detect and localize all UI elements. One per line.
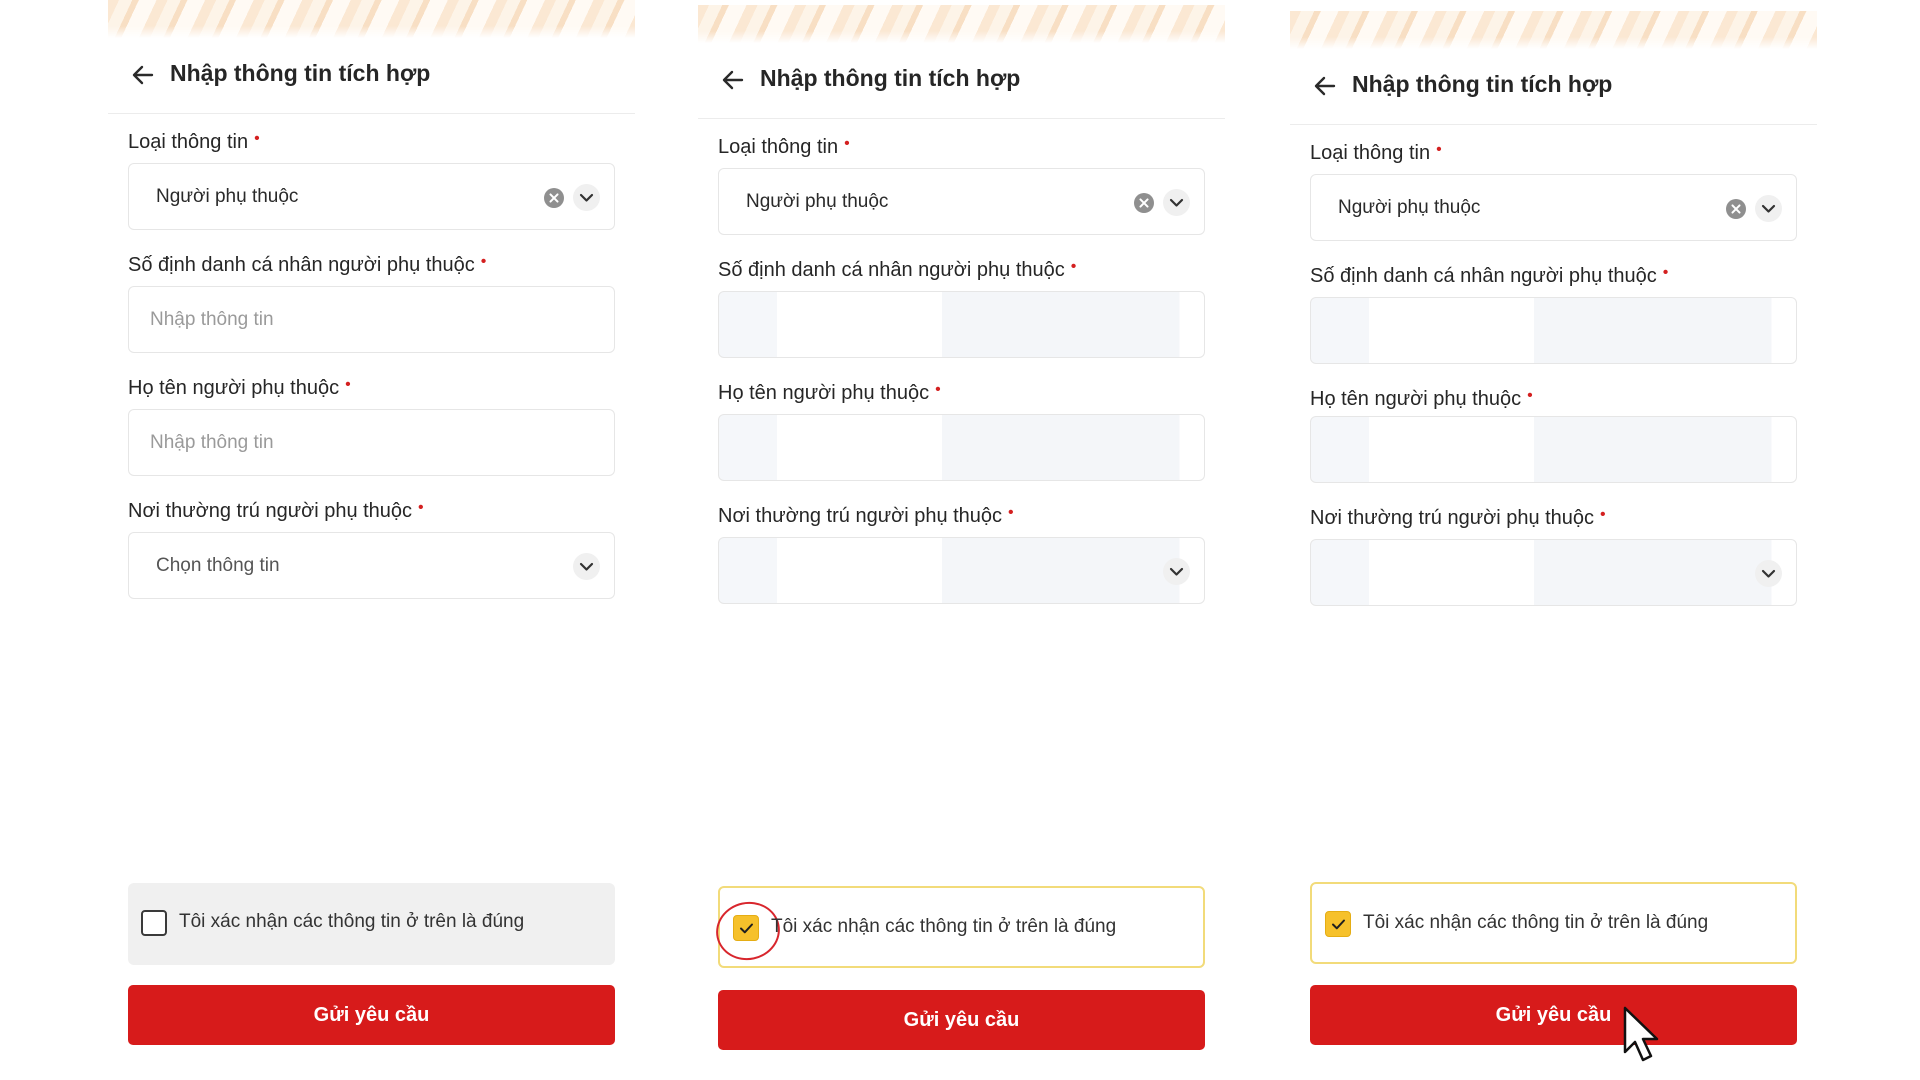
type-label: Loại thông tin • [128, 130, 260, 153]
required-dot: • [345, 376, 351, 393]
required-dot: • [935, 381, 941, 398]
select-placeholder: Chọn thông tin [156, 555, 280, 576]
chevron-down-icon[interactable] [1163, 189, 1190, 216]
full-name-input[interactable]: Nhập thông tin [128, 409, 615, 476]
required-dot: • [1600, 506, 1606, 523]
decorative-banner [108, 0, 635, 38]
chevron-down-icon[interactable] [1755, 195, 1782, 222]
confirm-row[interactable]: Tôi xác nhận các thông tin ở trên là đún… [710, 886, 1205, 968]
clear-circle-icon[interactable] [544, 188, 564, 208]
confirm-text: Tôi xác nhận các thông tin ở trên là đún… [1363, 912, 1709, 933]
full-name-label: Họ tên người phụ thuộc • [1310, 387, 1533, 410]
personal-id-label: Số định danh cá nhân người phụ thuộc • [1310, 264, 1669, 287]
full-name-label: Họ tên người phụ thuộc • [718, 381, 941, 404]
app-header: Nhập thông tin tích hợp [108, 50, 635, 114]
confirm-row[interactable]: Tôi xác nhận các thông tin ở trên là đún… [128, 883, 615, 965]
required-dot: • [1070, 258, 1077, 275]
page-title: Nhập thông tin tích hợp [170, 60, 431, 86]
chevron-down-icon[interactable] [1163, 558, 1190, 585]
form-panel-step-2: Nhập thông tin tích hợp Loại thông tin • … [698, 5, 1225, 1080]
submit-button[interactable]: Gửi yêu cầu [718, 990, 1205, 1050]
input-placeholder: Nhập thông tin [150, 432, 274, 453]
info-type-select[interactable]: Người phụ thuộc [1310, 174, 1797, 241]
residence-label: Nơi thường trú người phụ thuộc • [128, 499, 424, 522]
full-name-input[interactable] [1310, 416, 1797, 483]
residence-label: Nơi thường trú người phụ thuộc • [1310, 506, 1606, 529]
form-panel-step-3: Nhập thông tin tích hợp Loại thông tin • … [1290, 11, 1817, 1080]
submit-button[interactable]: Gửi yêu cầu [1310, 985, 1797, 1045]
required-dot: • [844, 135, 850, 152]
full-name-label: Họ tên người phụ thuộc • [128, 376, 351, 399]
type-label: Loại thông tin • [718, 135, 850, 158]
confirm-text: Tôi xác nhận các thông tin ở trên là đún… [179, 911, 525, 932]
required-dot: • [418, 499, 424, 516]
required-dot: • [254, 130, 260, 147]
type-label: Loại thông tin • [1310, 141, 1442, 164]
arrow-left-icon[interactable] [720, 67, 746, 93]
form-panel-step-1: Nhập thông tin tích hợp Loại thông tin • … [108, 0, 635, 1080]
input-placeholder: Nhập thông tin [150, 309, 274, 330]
info-type-value: Người phụ thuộc [1338, 197, 1481, 218]
full-name-input[interactable] [718, 414, 1205, 481]
chevron-down-icon[interactable] [573, 553, 600, 580]
required-dot: • [1527, 387, 1533, 404]
app-header: Nhập thông tin tích hợp [698, 55, 1225, 119]
arrow-left-icon[interactable] [130, 62, 156, 88]
personal-id-input[interactable] [718, 291, 1205, 358]
app-header: Nhập thông tin tích hợp [1290, 61, 1817, 125]
required-dot: • [1436, 141, 1442, 158]
mouse-pointer-icon [1623, 1006, 1659, 1062]
clear-circle-icon[interactable] [1134, 193, 1154, 213]
info-type-value: Người phụ thuộc [156, 186, 299, 207]
residence-label: Nơi thường trú người phụ thuộc • [718, 504, 1014, 527]
decorative-banner [1290, 11, 1817, 49]
arrow-left-icon[interactable] [1312, 73, 1338, 99]
confirm-checkbox[interactable] [141, 910, 167, 936]
confirm-checkbox[interactable] [1325, 911, 1351, 937]
decorative-banner [698, 5, 1225, 43]
chevron-down-icon[interactable] [573, 184, 600, 211]
chevron-down-icon[interactable] [1755, 560, 1782, 587]
confirm-row[interactable]: Tôi xác nhận các thông tin ở trên là đún… [1310, 882, 1797, 964]
residence-select[interactable]: Chọn thông tin [128, 532, 615, 599]
personal-id-input[interactable]: Nhập thông tin [128, 286, 615, 353]
clear-circle-icon[interactable] [1726, 199, 1746, 219]
page-title: Nhập thông tin tích hợp [760, 65, 1021, 91]
personal-id-label: Số định danh cá nhân người phụ thuộc • [128, 253, 487, 276]
confirm-text: Tôi xác nhận các thông tin ở trên là đún… [771, 916, 1117, 937]
info-type-select[interactable]: Người phụ thuộc [128, 163, 615, 230]
personal-id-label: Số định danh cá nhân người phụ thuộc • [718, 258, 1077, 281]
required-dot: • [1662, 264, 1669, 281]
personal-id-input[interactable] [1310, 297, 1797, 364]
required-dot: • [480, 253, 487, 270]
info-type-value: Người phụ thuộc [746, 191, 889, 212]
page-title: Nhập thông tin tích hợp [1352, 71, 1613, 97]
info-type-select[interactable]: Người phụ thuộc [718, 168, 1205, 235]
residence-select[interactable] [718, 537, 1205, 604]
residence-select[interactable] [1310, 539, 1797, 606]
required-dot: • [1008, 504, 1014, 521]
submit-button[interactable]: Gửi yêu cầu [128, 985, 615, 1045]
